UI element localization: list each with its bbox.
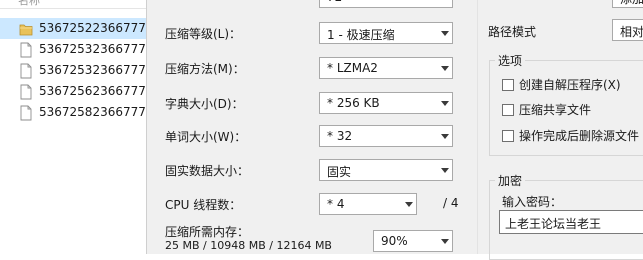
password-label: 输入密码： [502, 195, 563, 209]
file-icon [20, 63, 32, 79]
word-size-label: 单词大小(W)： [165, 130, 247, 144]
compression-method-select[interactable]: * LZMA2 [319, 57, 453, 79]
folder-icon [19, 24, 33, 36]
file-list-item[interactable]: 536725323667779 [0, 60, 146, 81]
chevron-down-icon [441, 66, 449, 71]
file-icon [20, 42, 32, 58]
compression-level-label: 压缩等级(L)： [165, 27, 242, 41]
file-name: 536725823667779 [39, 105, 146, 119]
dictionary-size-select[interactable]: * 256 KB [319, 92, 453, 114]
word-size-select[interactable]: * 32 [319, 125, 453, 147]
path-mode-label: 路径模式 [488, 25, 537, 39]
file-list-item[interactable]: 536725323667779 [0, 39, 146, 60]
file-name: 536725623667779 [39, 84, 146, 98]
chevron-down-icon [441, 134, 449, 139]
file-list-item[interactable]: 536725623667779 [0, 81, 146, 102]
chevron-down-icon [405, 202, 413, 207]
encryption-group-title: 加密 [495, 172, 526, 189]
column-header-label: 名称 [18, 0, 40, 7]
compression-method-label: 压缩方法(M)： [165, 62, 245, 76]
path-mode-select[interactable]: 相对 [612, 19, 643, 41]
memory-usage-percent-select[interactable]: 90% [373, 230, 453, 252]
cpu-threads-max: / 4 [443, 196, 459, 210]
chevron-down-icon [441, 31, 449, 36]
update-mode-select[interactable]: 添加 [612, 0, 643, 8]
solid-block-size-label: 固实数据大小： [165, 164, 250, 178]
compress-shared-files-label[interactable]: 压缩共享文件 [519, 101, 591, 118]
compress-shared-files-checkbox[interactable] [502, 104, 514, 116]
password-input[interactable]: 上老王论坛当老王 [499, 210, 643, 234]
memory-usage-value: 25 MB / 10948 MB / 12164 MB [165, 239, 332, 252]
file-list-item[interactable]: 536725223667779 [0, 18, 146, 39]
add-to-archive-dialog: 72 添加 压缩等级(L)： 1 - 极速压缩 压缩方法(M)： * LZMA2… [146, 0, 643, 260]
cpu-threads-label: CPU 线程数： [165, 198, 242, 212]
create-sfx-label[interactable]: 创建自解压程序(X) [519, 76, 621, 93]
chevron-down-icon [441, 101, 449, 106]
column-separator [477, 0, 478, 254]
solid-block-size-select[interactable]: 固实 [319, 159, 453, 181]
create-sfx-checkbox[interactable] [502, 79, 514, 91]
options-group-title: 选项 [495, 52, 526, 69]
memory-usage-label: 压缩所需内存： [165, 225, 250, 239]
delete-after-compression-checkbox[interactable] [502, 130, 514, 142]
compression-level-select[interactable]: 1 - 极速压缩 [319, 22, 453, 44]
file-icon [20, 84, 32, 100]
cpu-threads-select[interactable]: * 4 [319, 193, 417, 215]
name-column-header[interactable]: 名称 [0, 0, 146, 9]
file-icon [20, 105, 32, 121]
chevron-down-icon [441, 168, 449, 173]
archive-format-select[interactable]: 72 [319, 0, 453, 8]
file-list-item[interactable]: 536725823667779 [0, 102, 146, 123]
dictionary-size-label: 字典大小(D)： [165, 97, 244, 111]
chevron-down-icon [441, 239, 449, 244]
delete-after-compression-label[interactable]: 操作完成后删除源文件 [519, 127, 639, 144]
file-list-pane: 名称 536725223667779 536725323667779 53672… [0, 0, 146, 254]
file-name: 536725223667779 [39, 21, 146, 35]
file-name: 536725323667779 [39, 63, 146, 77]
file-name: 536725323667779 [39, 42, 146, 56]
